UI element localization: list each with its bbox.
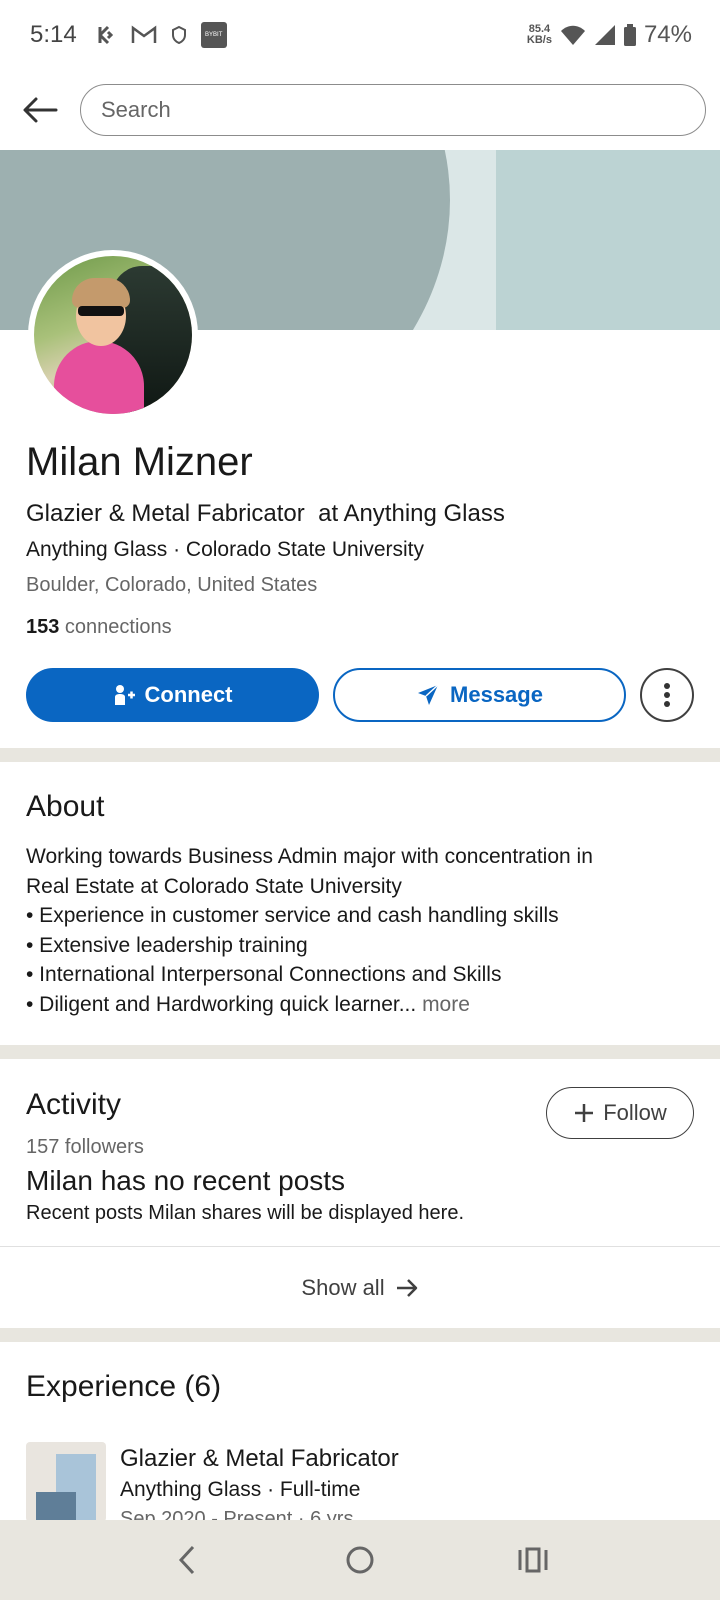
recents-icon [518,1547,548,1573]
status-time: 5:14 [30,21,77,48]
status-bar: 5:14 BYBIT 85.4 KB/s 74% [0,0,720,70]
more-options-button[interactable] [640,668,694,722]
kucoin-notification-icon [95,24,117,46]
arrow-right-icon [396,1279,417,1297]
about-more-link[interactable]: more [422,993,470,1016]
follow-button[interactable]: Follow [546,1087,694,1139]
shield-icon [171,25,187,45]
wifi-icon [560,24,586,46]
profile-name: Milan Mizner [26,440,253,484]
network-speed: 85.4 KB/s [526,23,552,46]
section-divider [0,748,720,762]
no-posts-subtitle: Recent posts Milan shares will be displa… [26,1202,464,1224]
bybit-notification-icon: BYBIT [200,22,227,48]
profile-headline: Glazier & Metal Fabricator at Anything G… [26,500,505,527]
experience-item-company: Anything Glass · Full-time [120,1478,361,1501]
followers-count: 157 followers [26,1136,144,1158]
divider-line [0,1246,720,1247]
connections-count[interactable]: 153 connections [26,616,172,639]
section-divider [0,1045,720,1059]
send-icon [418,684,439,705]
experience-title: Experience (6) [26,1370,222,1403]
search-input[interactable]: Search [80,84,706,136]
show-all-activity-button[interactable]: Show all [0,1270,720,1306]
arrow-left-icon [23,97,58,123]
back-button[interactable] [20,90,60,130]
no-posts-title: Milan has no recent posts [26,1165,346,1196]
about-title: About [26,790,105,823]
profile-photo[interactable] [28,250,198,420]
profile-actions: Connect Message [26,668,694,722]
message-button[interactable]: Message [333,668,626,722]
avatar-image [34,256,192,414]
add-person-icon [114,685,135,705]
battery-percent: 74% [643,21,692,48]
activity-title: Activity [26,1088,122,1121]
vertical-dots-icon [664,683,670,707]
nav-recents-button[interactable] [508,1535,558,1585]
nav-back-button[interactable] [162,1535,212,1585]
company-logo[interactable] [26,1442,106,1522]
cellular-signal-icon [594,24,616,46]
profile-company-school: Anything Glass · Colorado State Universi… [26,538,425,561]
system-nav-bar [0,1520,720,1600]
chevron-left-icon [178,1545,194,1575]
connect-button[interactable]: Connect [26,668,319,722]
battery-icon [623,24,636,46]
plus-icon [575,1104,594,1122]
experience-item-title[interactable]: Glazier & Metal Fabricator [120,1445,399,1473]
profile-location: Boulder, Colorado, United States [26,574,318,596]
section-divider [0,1328,720,1342]
top-app-bar: Search [0,80,720,140]
gmail-notification-icon [131,25,157,45]
about-text: Working towards Business Admin major wit… [26,845,593,1016]
home-circle-icon [346,1546,374,1574]
nav-home-button[interactable] [335,1535,385,1585]
